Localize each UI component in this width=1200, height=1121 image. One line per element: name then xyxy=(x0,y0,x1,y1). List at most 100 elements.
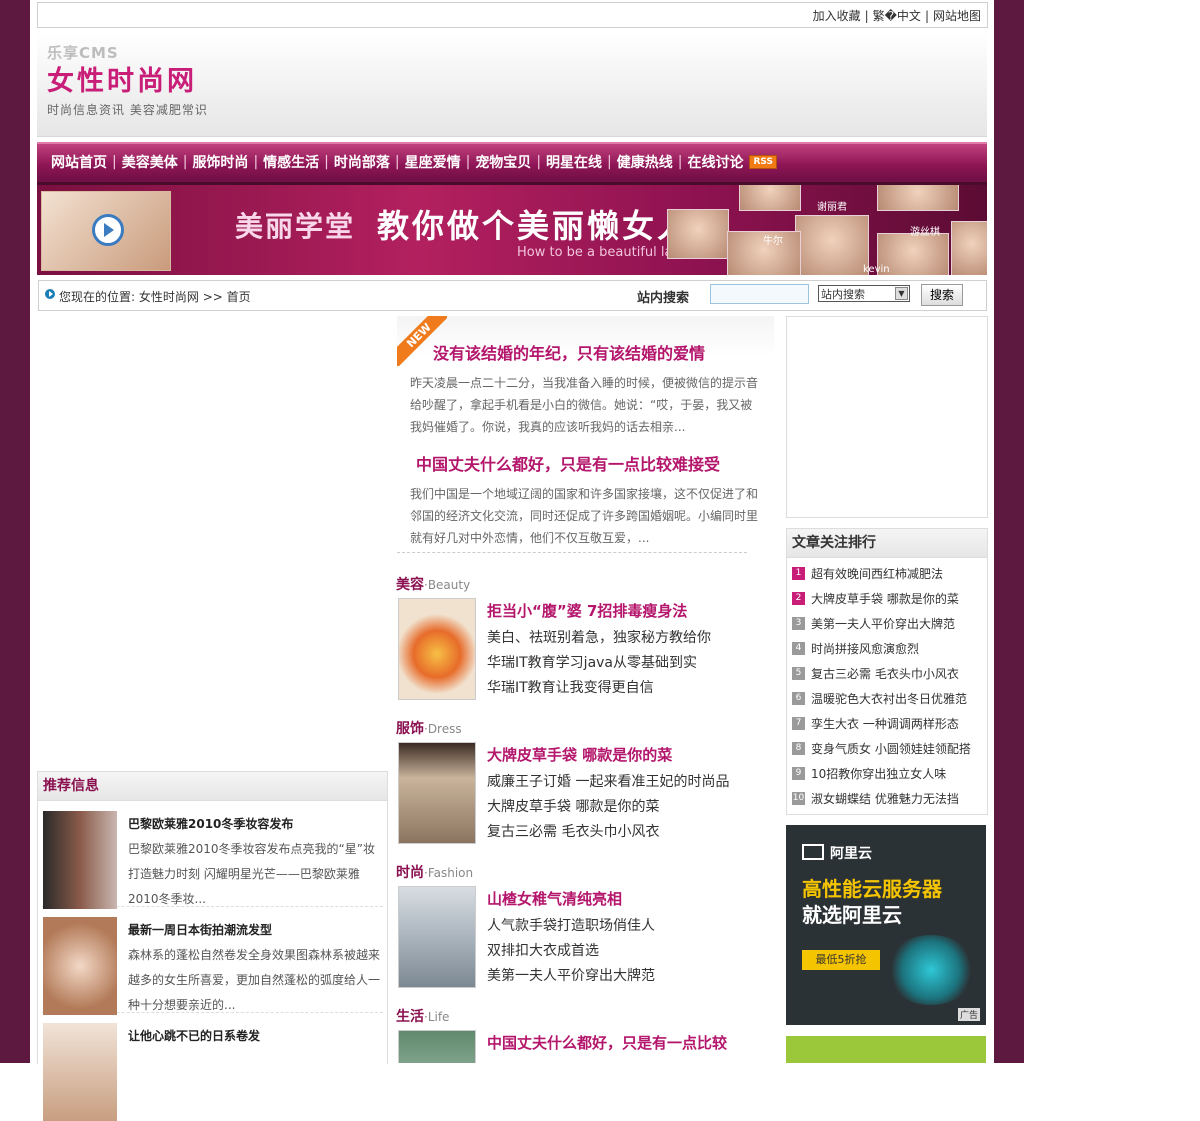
ad-headline: 高性能云服务器 xyxy=(802,877,942,901)
sitemap-link[interactable]: 网站地图 xyxy=(933,9,981,23)
ad-slot-green[interactable] xyxy=(786,1036,986,1063)
nav-item-emotion[interactable]: 情感生活 | xyxy=(263,152,334,172)
list-item[interactable]: 华瑞IT教育学习java从零基础到实 xyxy=(487,651,711,676)
search-scope-select[interactable]: 站内搜索 ▼ xyxy=(818,285,910,302)
site-logo[interactable]: 乐享CMS 女性时尚网 时尚信息资讯 美容减肥常识 xyxy=(47,42,237,134)
list-item[interactable]: 华瑞IT教育让我变得更自信 xyxy=(487,676,711,701)
ranking-item[interactable]: 4 时尚拼接风愈演愈烈 xyxy=(791,641,987,666)
top-links: 加入收藏 | 繁�中文 | 网站地图 xyxy=(812,9,981,23)
nav-item-health[interactable]: 健康热线 | xyxy=(617,152,688,172)
category-heading[interactable]: 时尚·Fashion xyxy=(396,862,776,882)
celebrity-name: 谢丽君 xyxy=(817,202,847,213)
rss-icon[interactable]: RSS xyxy=(743,155,777,169)
site-header: 乐享CMS 女性时尚网 时尚信息资讯 美容减肥常识 xyxy=(37,32,987,137)
category-article-title[interactable]: 大牌皮草手袋 哪款是你的菜 xyxy=(487,744,672,765)
traditional-chinese-link[interactable]: 繁�中文 xyxy=(873,9,921,23)
list-item[interactable]: 复古三必需 毛衣头巾小风衣 xyxy=(487,820,729,845)
list-item[interactable]: 双排扣大衣成首选 xyxy=(487,939,655,964)
list-item: 最新一周日本街拍潮流发型 森林系的蓬松自然卷发全身效果图森林系被越来越多的女生所… xyxy=(42,907,383,1015)
category-beauty: 美容·Beauty 拒当小“腹”婆 7招排毒瘦身法 美白、祛斑别着急，独家秘方教… xyxy=(396,574,776,700)
category-heading[interactable]: 服饰·Dress xyxy=(396,718,776,738)
ranking-item[interactable]: 1 超有效晚间西红柿减肥法 xyxy=(791,566,987,591)
breadcrumb: 您现在的位置: 女性时尚网 >> 首页 xyxy=(59,290,251,304)
nav-item-beauty[interactable]: 美容美体 | xyxy=(122,152,193,172)
list-item[interactable]: 美白、祛斑别着急，独家秘方教给你 xyxy=(487,626,711,651)
nav-item-fashion[interactable]: 服饰时尚 | xyxy=(192,152,263,172)
category-fashion: 时尚·Fashion 山楂女稚气清纯亮相 人气款手袋打造职场俏佳人 双排扣大衣成… xyxy=(396,862,776,988)
category-heading[interactable]: 生活·Life xyxy=(396,1006,776,1026)
main-nav: 网站首页 | 美容美体 | 服饰时尚 | 情感生活 | 时尚部落 | 星座爱情 | 宠物宝贝… xyxy=(37,142,987,185)
celebrity-photo xyxy=(667,209,729,259)
category-thumbnail[interactable] xyxy=(398,886,476,988)
aliyun-logo-icon xyxy=(802,844,824,860)
banner-label: 美丽学堂 xyxy=(235,210,356,243)
add-favorite-link[interactable]: 加入收藏 xyxy=(813,9,861,23)
article-summary: 森林系的蓬松自然卷发全身效果图森林系被越来越多的女生所喜爱，更加自然蓬松的弧度给… xyxy=(128,948,381,1012)
featured-articles: NEW 没有该结婚的年纪，只有该结婚的爱情 昨天凌晨一点二十二分，当我准备入睡的… xyxy=(397,316,774,554)
ranking-item[interactable]: 5 复古三必需 毛衣头巾小风衣 xyxy=(791,666,987,691)
featured-article-summary: 我们中国是一个地域辽阔的国家和许多国家接壤，这不仅促进了和邻国的经济文化交流，同… xyxy=(410,487,759,545)
celebrity-photo xyxy=(951,221,987,275)
list-item[interactable]: 威廉王子订婚 一起来看准王妃的时尚品 xyxy=(487,770,729,795)
list-item[interactable]: 美第一夫人平价穿出大牌范 xyxy=(487,964,655,989)
ranking-item[interactable]: 6 温暖驼色大衣衬出冬日优雅范 xyxy=(791,691,987,716)
video-thumbnail[interactable] xyxy=(41,191,171,271)
search-label: 站内搜索 xyxy=(637,291,690,306)
category-thumbnail[interactable] xyxy=(398,742,476,844)
banner-title: 教你做个美丽懒女人 xyxy=(377,207,693,245)
category-thumbnail[interactable] xyxy=(398,598,476,700)
article-summary: 巴黎欧莱雅2010冬季妆容发布点亮我的“星”妆 打造魅力时刻 闪耀明星光芒——巴… xyxy=(128,842,375,906)
celebrity-photo xyxy=(877,185,959,211)
featured-article-title[interactable]: 中国丈夫什么都好，只是有一点比较难接受 xyxy=(416,451,720,475)
ad-cta-button[interactable]: 最低5折抢 xyxy=(802,950,880,970)
ranking-item[interactable]: 8 变身气质女 小圆领娃娃领配搭 xyxy=(791,741,987,766)
nav-item-home[interactable]: 网站首页 | xyxy=(51,152,122,172)
article-title[interactable]: 让他心跳不已的日系卷发 xyxy=(128,1027,260,1044)
nav-item-tribe[interactable]: 时尚部落 | xyxy=(334,152,405,172)
nav-item-pets[interactable]: 宠物宝贝 | xyxy=(475,152,546,172)
ranking-item[interactable]: 9 10招教你穿出独立女人味 xyxy=(791,766,987,791)
banner-celebrity-photos: 谢丽君 游丝棋 牛尔 kevin xyxy=(667,185,987,275)
nav-item-forum[interactable]: 在线讨论 xyxy=(687,152,743,172)
featured-article-summary: 昨天凌晨一点二十二分，当我准备入睡的时候，便被微信的提示音给吵醒了，拿起手机看是… xyxy=(410,376,759,434)
celebrity-name: 牛尔 xyxy=(763,236,783,247)
article-title[interactable]: 巴黎欧莱雅2010冬季妆容发布 xyxy=(128,815,293,832)
list-item[interactable]: 人气款手袋打造职场俏佳人 xyxy=(487,914,655,939)
page-container: 加入收藏 | 繁�中文 | 网站地图 乐享CMS 女性时尚网 时尚信息资讯 美容减肥常识… xyxy=(30,0,994,1121)
search-button[interactable]: 搜索 xyxy=(921,284,963,306)
article-thumbnail[interactable] xyxy=(43,1023,117,1121)
category-life: 生活·Life 中国丈夫什么都好，只是有一点比较 xyxy=(396,1006,776,1063)
ad-tag: 广告 xyxy=(957,1008,980,1021)
nav-item-stars[interactable]: 明星在线 | xyxy=(546,152,617,172)
category-article-title[interactable]: 中国丈夫什么都好，只是有一点比较 xyxy=(487,1032,727,1053)
ranking-heading: 文章关注排行 xyxy=(787,529,987,558)
list-item[interactable]: 大牌皮草手袋 哪款是你的菜 xyxy=(487,795,729,820)
article-thumbnail[interactable] xyxy=(43,917,117,1015)
promo-banner[interactable]: 美丽学堂 教你做个美丽懒女人 How to be a beautiful lad… xyxy=(37,185,987,275)
aliyun-ad[interactable]: 阿里云 高性能云服务器 就选阿里云 最低5折抢 广告 xyxy=(786,825,986,1025)
breadcrumb-site-link[interactable]: 女性时尚网 xyxy=(139,290,199,304)
featured-article-title[interactable]: 没有该结婚的年纪，只有该结婚的爱情 xyxy=(433,340,705,364)
category-thumbnail[interactable] xyxy=(398,1030,476,1063)
server-illustration-icon xyxy=(886,935,976,1005)
celebrity-name: kevin xyxy=(863,264,890,275)
ranking-item[interactable]: 3 美第一夫人平价穿出大牌范 xyxy=(791,616,987,641)
play-icon[interactable] xyxy=(92,214,124,246)
recommended-heading: 推荐信息 xyxy=(38,772,387,801)
category-article-title[interactable]: 山楂女稚气清纯亮相 xyxy=(487,888,622,909)
ranking-item[interactable]: 10 淑女蝴蝶结 优雅魅力无法挡 xyxy=(791,791,987,816)
article-title[interactable]: 最新一周日本街拍潮流发型 xyxy=(128,921,272,938)
search-input[interactable] xyxy=(710,284,809,304)
category-links: 人气款手袋打造职场俏佳人 双排扣大衣成首选 美第一夫人平价穿出大牌范 xyxy=(487,914,655,989)
logo-title: 女性时尚网 xyxy=(47,66,197,97)
ranking-item[interactable]: 7 孪生大衣 一种调调两样形态 xyxy=(791,716,987,741)
celebrity-name: 游丝棋 xyxy=(910,227,940,238)
article-thumbnail[interactable] xyxy=(43,811,117,909)
chevron-down-icon[interactable]: ▼ xyxy=(895,287,908,300)
ranking-item[interactable]: 2 大牌皮草手袋 哪款是你的菜 xyxy=(791,591,987,616)
category-article-title[interactable]: 拒当小“腹”婆 7招排毒瘦身法 xyxy=(487,600,687,621)
category-heading[interactable]: 美容·Beauty xyxy=(396,574,776,594)
category-dress: 服饰·Dress 大牌皮草手袋 哪款是你的菜 威廉王子订婚 一起来看准王妃的时尚… xyxy=(396,718,776,844)
nav-item-horoscope[interactable]: 星座爱情 | xyxy=(405,152,476,172)
banner-subtitle: How to be a beautiful lady xyxy=(517,245,689,260)
